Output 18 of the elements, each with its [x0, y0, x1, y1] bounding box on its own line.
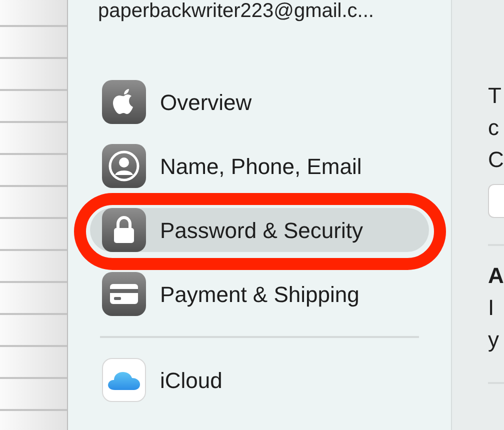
detail-text: C: [488, 146, 504, 174]
detail-text: y: [488, 326, 500, 354]
detail-heading: A: [488, 262, 504, 290]
card-icon: [102, 272, 146, 316]
person-icon: [102, 144, 146, 188]
sidebar-item[interactable]: Password & Security: [90, 208, 429, 252]
sidebar-item[interactable]: Overview: [90, 80, 429, 124]
detail-text: T: [488, 82, 502, 110]
sidebar-item[interactable]: iCloud: [90, 358, 429, 402]
account-email: paperbackwriter223@gmail.c...: [98, 0, 375, 22]
input-field[interactable]: [488, 184, 504, 218]
sidebar-item[interactable]: Payment & Shipping: [90, 272, 429, 316]
detail-text: c: [488, 114, 500, 142]
sidebar-item[interactable]: Name, Phone, Email: [90, 144, 429, 188]
apple-icon: [102, 80, 146, 124]
cloud-icon: [102, 358, 146, 402]
lock-icon: [102, 208, 146, 252]
detail-text: I: [488, 294, 496, 322]
